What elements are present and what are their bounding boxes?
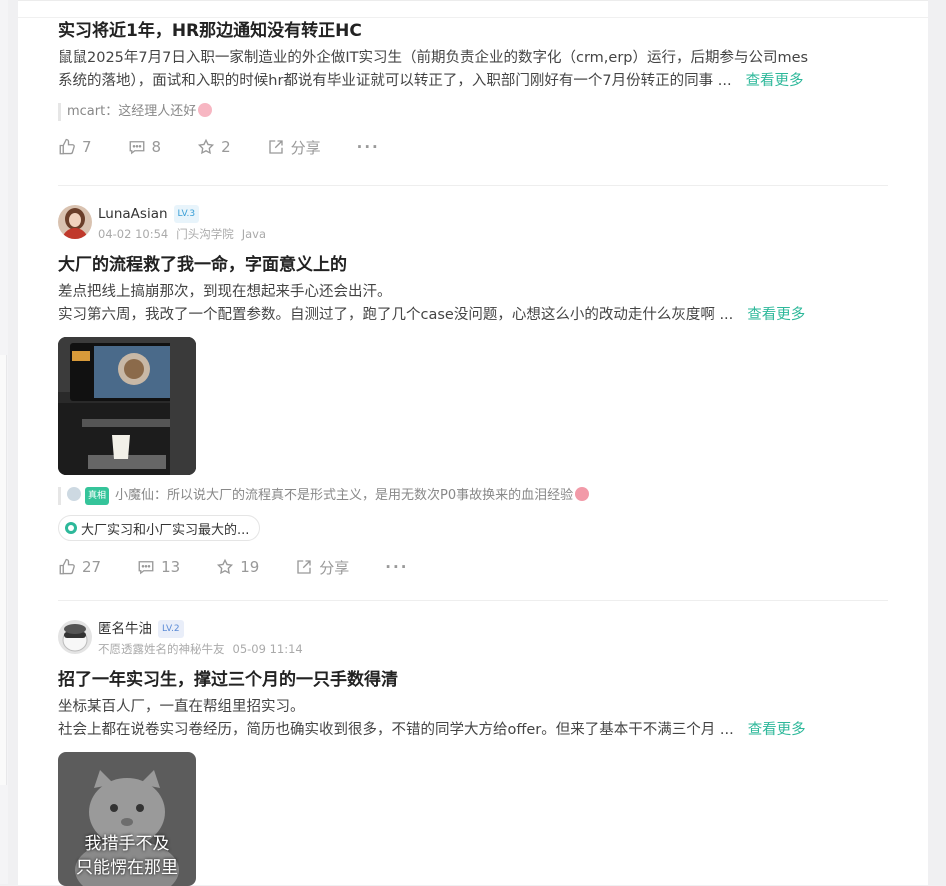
post-card[interactable]: 实习将近1年，HR那边通知没有转正HC 鼠鼠2025年7月7日入职一家制造业的外… — [58, 19, 888, 159]
post-body-line: 系统的落地），面试和入职的时候hr都说有毕业证就可以转正了，入职部门刚好有一个7… — [58, 70, 888, 93]
topic-row: 大厂实习和小厂实习最大的... — [58, 515, 888, 541]
post-title[interactable]: 实习将近1年，HR那边通知没有转正HC — [58, 19, 888, 43]
comment-count: 8 — [151, 138, 162, 156]
like-button[interactable]: 27 — [58, 558, 101, 576]
crying-emoji-icon — [575, 487, 590, 501]
post-divider — [58, 600, 888, 601]
comment-button[interactable]: 8 — [128, 138, 162, 156]
thumbs-up-icon — [59, 138, 75, 155]
username[interactable]: LunaAsian — [98, 206, 168, 222]
comment-icon — [138, 561, 154, 575]
post-date: 05-09 11:14 — [232, 642, 303, 656]
share-icon — [268, 140, 283, 154]
share-button[interactable]: 分享 — [267, 137, 321, 158]
left-panel-edge — [0, 355, 7, 785]
post-card[interactable]: 匿名牛油 LV.2 不愿透露姓名的神秘牛友 05-09 11:14 招了一年实习生，… — [58, 620, 888, 886]
comment-icon — [129, 141, 144, 155]
meme-caption-line: 只能愣在那里 — [76, 858, 178, 878]
user-avatar-image — [58, 205, 92, 239]
post-body-text: 系统的落地），面试和入职的时候hr都说有毕业证就可以转正了，入职部门刚好有一个7… — [58, 73, 732, 89]
favorite-button[interactable]: 19 — [216, 558, 259, 576]
thumbs-up-icon — [59, 558, 75, 575]
star-icon — [217, 558, 234, 575]
post-body: 差点把线上搞崩那次，到现在想起来手心还会出汗。 实习第六周，我改了一个配置参数。… — [58, 281, 888, 327]
post-body-line: 坐标某百人厂，一直在帮组里招实习。 — [58, 699, 305, 715]
user-school: 门头沟学院 — [176, 227, 234, 241]
post-body-line: 鼠鼠2025年7月7日入职一家制造业的外企做IT实习生（前期负责企业的数字化（c… — [58, 50, 809, 66]
left-edge — [0, 0, 8, 884]
post-body-text: 实习第六周，我改了一个配置参数。自测过了，跑了几个case没问题，心想这么小的改… — [58, 307, 734, 323]
like-button[interactable]: 7 — [58, 138, 92, 156]
commenter-avatar-icon — [67, 487, 81, 501]
user-subtitle: 不愿透露姓名的神秘牛友 — [98, 642, 225, 656]
more-options-button[interactable]: ··· — [357, 138, 380, 156]
post-actions: 27 13 19 分享 ··· — [58, 555, 888, 579]
favorite-button[interactable]: 2 — [197, 138, 231, 156]
post-body-text: 社会上都在说卷实习卷经历，简历也确实收到很多，不错的同学大方给offer。但来了… — [58, 722, 734, 738]
meme-caption-line: 我措手不及 — [84, 834, 170, 854]
meme-caption: 我措手不及 只能愣在那里 — [58, 832, 196, 880]
comment-preview-text: 小魔仙：所以说大厂的流程真不是形式主义，是用无数次P0事故换来的血泪经验 — [115, 488, 574, 503]
comment-button[interactable]: 13 — [137, 558, 180, 576]
topic-tag[interactable]: 大厂实习和小厂实习最大的... — [58, 515, 261, 541]
see-more-link[interactable]: 查看更多 — [747, 307, 805, 323]
level-badge: LV.2 — [158, 620, 184, 638]
post-feed: 实习将近1年，HR那边通知没有转正HC 鼠鼠2025年7月7日入职一家制造业的外… — [18, 0, 928, 886]
comment-preview[interactable]: mcart：这经理人还好 — [58, 103, 888, 121]
username[interactable]: 匿名牛油 — [98, 621, 152, 637]
post-divider — [58, 185, 888, 186]
feed-top-edge — [18, 1, 928, 18]
post-date: 04-02 10:54 — [98, 227, 169, 241]
post-body-line: 社会上都在说卷实习卷经历，简历也确实收到很多，不错的同学大方给offer。但来了… — [58, 719, 888, 742]
topic-icon — [65, 522, 77, 534]
post-title[interactable]: 招了一年实习生，撑过三个月的一只手数得清 — [58, 668, 888, 692]
level-badge: LV.3 — [173, 205, 200, 223]
share-icon — [297, 560, 311, 574]
comment-preview[interactable]: 真相 小魔仙：所以说大厂的流程真不是形式主义，是用无数次P0事故换来的血泪经验 — [58, 487, 888, 505]
see-more-link[interactable]: 查看更多 — [746, 73, 804, 89]
coffee-machine-image — [58, 337, 196, 475]
star-icon — [198, 138, 215, 155]
topic-label: 大厂实习和小厂实习最大的... — [81, 522, 250, 538]
post-body: 鼠鼠2025年7月7日入职一家制造业的外企做IT实习生（前期负责企业的数字化（c… — [58, 47, 888, 93]
post-body: 坐标某百人厂，一直在帮组里招实习。 社会上都在说卷实习卷经历，简历也确实收到很多… — [58, 696, 888, 742]
post-author: LunaAsian LV.3 04-02 10:54 门头沟学院 Java — [58, 205, 888, 245]
share-label: 分享 — [290, 138, 321, 157]
favorite-count: 19 — [240, 558, 260, 576]
post-card[interactable]: LunaAsian LV.3 04-02 10:54 门头沟学院 Java 大厂的流程… — [58, 205, 888, 579]
favorite-count: 2 — [221, 138, 231, 156]
post-body-line: 实习第六周，我改了一个配置参数。自测过了，跑了几个case没问题，心想这么小的改… — [58, 304, 888, 327]
post-actions: 7 8 2 分享 ··· — [58, 135, 888, 159]
post-meta: 不愿透露姓名的神秘牛友 05-09 11:14 — [98, 640, 311, 658]
like-count: 7 — [82, 138, 92, 156]
post-body-line: 差点把线上搞崩那次，到现在想起来手心还会出汗。 — [58, 284, 392, 300]
avatar[interactable] — [58, 205, 92, 239]
comment-preview-text: mcart：这经理人还好 — [67, 104, 197, 119]
post-title[interactable]: 大厂的流程救了我一命，字面意义上的 — [58, 253, 888, 277]
post-image[interactable] — [58, 337, 196, 475]
see-more-link[interactable]: 查看更多 — [748, 722, 806, 738]
share-label: 分享 — [319, 558, 350, 577]
avatar[interactable] — [58, 620, 92, 654]
share-button[interactable]: 分享 — [295, 557, 349, 578]
post-author: 匿名牛油 LV.2 不愿透露姓名的神秘牛友 05-09 11:14 — [58, 620, 888, 660]
like-count: 27 — [82, 558, 102, 576]
pig-emoji-icon — [198, 103, 213, 117]
comment-count: 13 — [161, 558, 181, 576]
post-image[interactable]: 我措手不及 只能愣在那里 — [58, 752, 196, 886]
more-options-button[interactable]: ··· — [385, 558, 408, 576]
user-field: Java — [241, 227, 267, 241]
post-meta: 04-02 10:54 门头沟学院 Java — [98, 225, 274, 243]
anonymous-avatar-image — [58, 620, 92, 654]
truth-badge: 真相 — [85, 487, 110, 505]
